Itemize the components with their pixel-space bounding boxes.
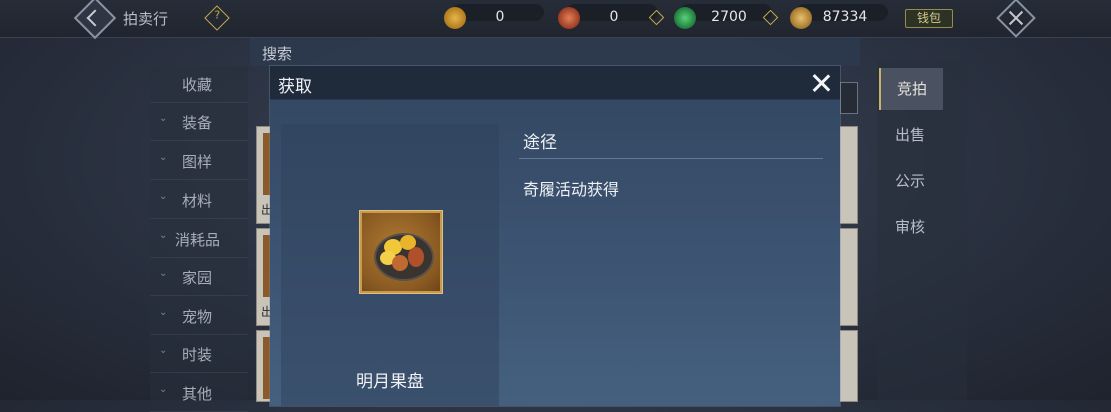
currency-value: 0	[495, 9, 505, 25]
jade-coin-icon	[674, 7, 696, 29]
item-icon-frame[interactable]	[359, 210, 443, 294]
page-title: 拍卖行	[123, 10, 169, 28]
right-tab-bar: 竞拍 出售 公示 审核	[877, 60, 967, 410]
gold-ingot-icon	[444, 7, 466, 29]
tab-sell[interactable]: 出售	[879, 114, 941, 156]
route-item[interactable]: 奇履活动获得	[523, 176, 619, 200]
chevron-down-icon: ⌄	[159, 345, 168, 356]
currency-value: 0	[609, 9, 619, 25]
chevron-down-icon: ⌄	[159, 230, 168, 241]
chevron-down-icon: ⌄	[159, 268, 168, 279]
currency-value: 2700	[711, 9, 747, 25]
top-bar: 拍卖行 ? 0 0 2700 87334 钱包	[0, 0, 1111, 40]
item-name: 明月果盘	[356, 372, 424, 392]
sidebar-item-label: 消耗品	[175, 231, 221, 249]
dialog-header: 获取	[270, 66, 840, 100]
fruit-shape	[408, 247, 424, 267]
search-label: 搜索	[262, 45, 293, 63]
sidebar-item-home[interactable]: ⌄ 家园	[150, 259, 248, 296]
sidebar-item-pets[interactable]: ⌄ 宠物	[150, 298, 248, 335]
sidebar-item-favorites[interactable]: 收藏	[150, 66, 248, 103]
chevron-down-icon: ⌄	[159, 191, 168, 202]
sidebar-item-patterns[interactable]: ⌄ 图样	[150, 143, 248, 180]
copper-coin-icon	[558, 7, 580, 29]
sidebar-item-other[interactable]: ⌄ 其他	[150, 375, 248, 412]
search-input[interactable]	[840, 82, 858, 114]
sidebar-item-materials[interactable]: ⌄ 材料	[150, 182, 248, 219]
wallet-button[interactable]: 钱包	[905, 9, 953, 28]
sidebar-item-label: 其他	[182, 385, 213, 403]
sidebar-item-fashion[interactable]: ⌄ 时装	[150, 336, 248, 373]
sidebar-item-label: 装备	[182, 114, 213, 132]
gold-ingot-stack-icon	[790, 7, 812, 29]
dialog-title: 获取	[278, 77, 312, 97]
route-heading: 途径	[523, 133, 557, 153]
chevron-down-icon: ⌄	[159, 384, 168, 395]
help-icon: ?	[214, 8, 221, 22]
search-bar: 搜索	[250, 38, 860, 66]
help-button[interactable]: ?	[204, 5, 230, 31]
chevron-down-icon: ⌄	[159, 113, 168, 124]
tab-bidding[interactable]: 竞拍	[879, 68, 943, 110]
category-sidebar: 收藏 ⌄ 装备 ⌄ 图样 ⌄ 材料 ⌄ 消耗品 ⌄ 家园 ⌄ 宠物 ⌄ 时装 ⌄…	[150, 66, 248, 412]
acquire-dialog: 获取 明月果盘 途径 奇履活动获得	[270, 66, 840, 406]
fruit-plate-icon	[362, 213, 440, 291]
sidebar-item-equipment[interactable]: ⌄ 装备	[150, 104, 248, 141]
chevron-down-icon: ⌄	[159, 152, 168, 163]
sidebar-item-label: 时装	[182, 346, 213, 364]
close-icon[interactable]	[996, 0, 1036, 38]
fruit-shape	[392, 255, 408, 271]
sidebar-item-consumables[interactable]: ⌄ 消耗品	[150, 221, 248, 258]
sidebar-item-label: 宠物	[182, 308, 213, 326]
item-preview-panel: 明月果盘	[281, 124, 499, 406]
sidebar-item-label: 收藏	[182, 76, 213, 94]
tab-review[interactable]: 审核	[879, 206, 941, 248]
divider	[519, 158, 823, 159]
sidebar-item-label: 图样	[182, 153, 213, 171]
currency-value: 87334	[822, 9, 868, 25]
chevron-left-icon	[86, 9, 104, 27]
close-icon[interactable]	[810, 72, 832, 94]
sidebar-item-label: 材料	[182, 192, 213, 210]
back-button[interactable]	[73, 0, 117, 40]
chevron-down-icon: ⌄	[159, 307, 168, 318]
tab-public[interactable]: 公示	[879, 160, 941, 202]
sidebar-item-label: 家园	[182, 269, 213, 287]
